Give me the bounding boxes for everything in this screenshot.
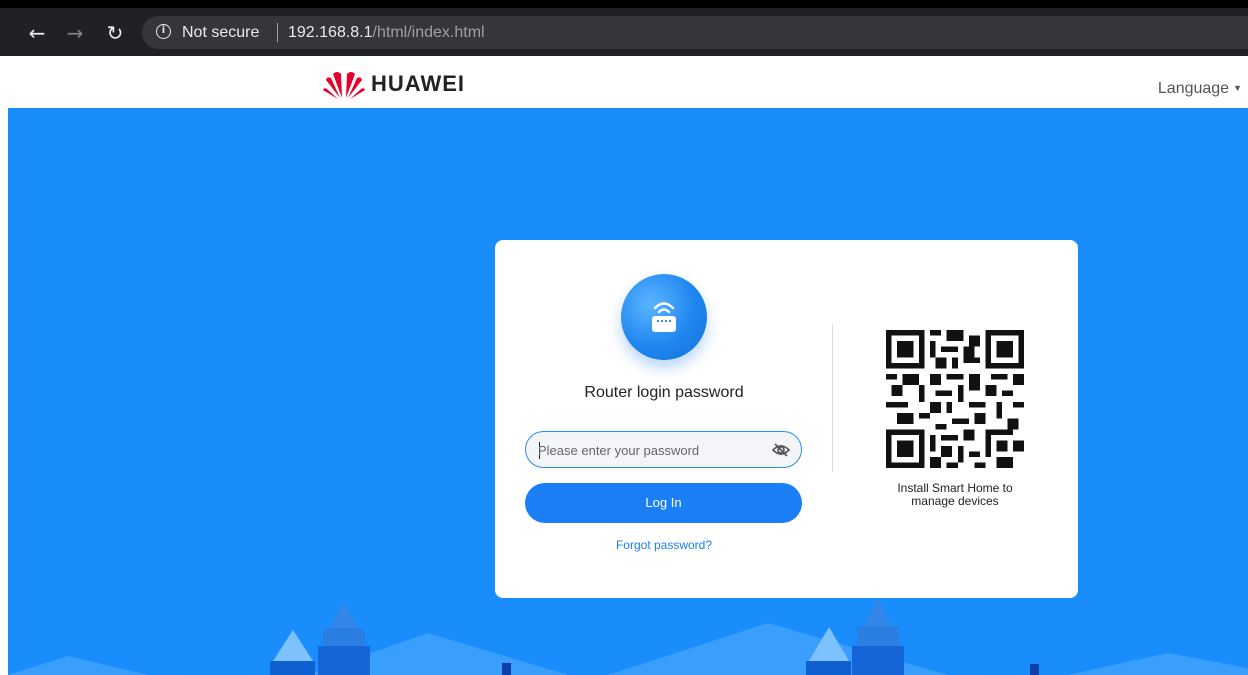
qr-caption: Install Smart Home to manage devices (871, 482, 1039, 508)
url-text[interactable]: 192.168.8.1/html/index.html (288, 23, 485, 42)
password-input[interactable] (538, 440, 758, 460)
language-label: Language (1157, 80, 1230, 97)
security-status[interactable]: Not secure (182, 23, 259, 42)
divider (832, 324, 833, 472)
browser-toolbar: ← → ↻ i Not secure 192.168.8.1/html/inde… (0, 0, 1248, 56)
back-icon[interactable]: ← (26, 22, 48, 44)
router-wifi-icon (621, 274, 707, 360)
eye-slash-icon[interactable] (771, 441, 791, 459)
forward-icon[interactable]: → (64, 22, 86, 44)
info-icon[interactable]: i (156, 24, 171, 39)
brand-name: HUAWEI (371, 71, 465, 96)
address-bar[interactable]: i Not secure 192.168.8.1/html/index.html (142, 16, 1248, 49)
password-field[interactable] (525, 431, 802, 468)
qr-caption-line2: manage devices (911, 494, 999, 508)
login-title: Router login password (584, 384, 744, 401)
qr-code-icon (886, 330, 1024, 468)
address-separator (277, 23, 278, 42)
forgot-password-link[interactable]: Forgot password? (495, 538, 833, 552)
login-card: Router login password Log In Forgot pass… (495, 240, 1078, 598)
page-header: HUAWEI Language ▼ (0, 56, 1248, 108)
huawei-logo-icon (323, 72, 365, 99)
login-button[interactable]: Log In (525, 483, 802, 523)
caret-down-icon: ▼ (1233, 83, 1242, 93)
reload-icon[interactable]: ↻ (104, 22, 126, 44)
language-dropdown[interactable]: Language ▼ (1158, 80, 1242, 98)
